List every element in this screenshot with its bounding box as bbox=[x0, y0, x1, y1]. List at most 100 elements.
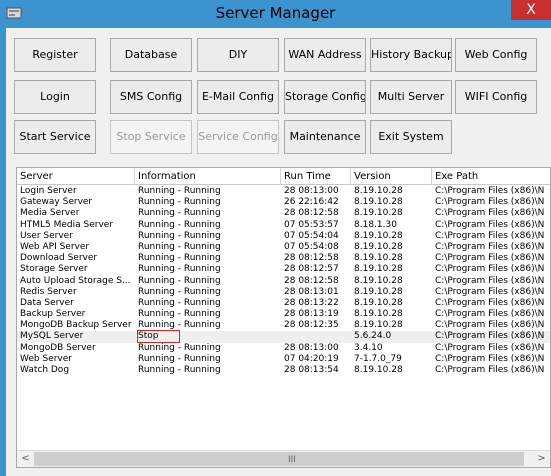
email-config-button[interactable]: E-Mail Config bbox=[197, 80, 279, 114]
server-table[interactable]: Server Information Run Time Version Exe … bbox=[16, 167, 551, 468]
cell-information: Running - Running bbox=[138, 230, 221, 241]
cell-run-time: 07 04:20:19 bbox=[284, 353, 339, 364]
cell-run-time: 28 08:13:19 bbox=[284, 309, 339, 320]
cell-server: Storage Server bbox=[20, 264, 88, 275]
table-row[interactable]: Data Server Running - Running 28 08:13:22 8… bbox=[17, 297, 550, 309]
scroll-right-icon[interactable]: > bbox=[533, 451, 550, 467]
wan-address-button[interactable]: WAN Address bbox=[284, 38, 366, 72]
cell-version: 5.6.24.0 bbox=[354, 331, 392, 342]
table-body: Login Server Running - Running 28 08:13:00… bbox=[17, 186, 550, 376]
table-row[interactable]: Media Server Running - Running 28 08:12:58… bbox=[17, 208, 550, 219]
cell-exe-path: C:\Program Files (x86)\N bbox=[435, 197, 545, 208]
cell-version: 8.19.10.28 bbox=[354, 230, 403, 241]
cell-server: Backup Server bbox=[20, 309, 86, 320]
scroll-left-icon[interactable]: < bbox=[17, 451, 34, 467]
table-row[interactable]: MongoDB Server Running - Running 28 08:13:… bbox=[17, 342, 550, 354]
cell-exe-path: C:\Program Files (x86)\N bbox=[435, 275, 545, 286]
cell-run-time: 28 08:12:58 bbox=[284, 208, 339, 219]
cell-version: 7-1.7.0_79 bbox=[354, 353, 402, 364]
login-button[interactable]: Login bbox=[14, 80, 96, 114]
cell-information: Running - Running bbox=[138, 286, 221, 297]
wifi-config-button[interactable]: WIFI Config bbox=[455, 80, 537, 114]
cell-version: 8.19.10.28 bbox=[354, 320, 403, 331]
cell-version: 8.19.10.28 bbox=[354, 208, 403, 219]
cell-exe-path: C:\Program Files (x86)\N bbox=[435, 309, 545, 320]
cell-run-time: 07 05:54:08 bbox=[284, 241, 339, 252]
cell-run-time: 28 08:13:54 bbox=[284, 365, 339, 375]
cell-information: Running - Running bbox=[138, 309, 221, 320]
maintenance-button[interactable]: Maintenance bbox=[284, 120, 366, 154]
cell-server: Gateway Server bbox=[20, 197, 93, 208]
multi-server-button[interactable]: Multi Server bbox=[370, 80, 452, 114]
cell-run-time: 07 05:53:57 bbox=[284, 219, 339, 230]
cell-exe-path: C:\Program Files (x86)\N bbox=[435, 230, 545, 241]
cell-exe-path: C:\Program Files (x86)\N bbox=[435, 342, 545, 353]
web-config-button[interactable]: Web Config bbox=[455, 38, 537, 72]
cell-server: Media Server bbox=[20, 208, 80, 219]
cell-information: Running - Running bbox=[138, 208, 221, 219]
register-button[interactable]: Register bbox=[14, 38, 96, 72]
cell-information: Running - Running bbox=[138, 342, 221, 353]
table-row[interactable]: Auto Upload Storage S... Running - Runnin… bbox=[17, 275, 550, 287]
cell-information: Running - Running bbox=[138, 353, 221, 364]
table-row[interactable]: Redis Server Running - Running 28 08:13:01… bbox=[17, 286, 550, 298]
table-row[interactable]: Backup Server Running - Running 28 08:13:1… bbox=[17, 309, 550, 320]
column-header-exe-path[interactable]: Exe Path bbox=[432, 168, 550, 185]
cell-run-time: 28 08:12:58 bbox=[284, 275, 339, 286]
table-row[interactable]: HTML5 Media Server Running - Running 07 05… bbox=[17, 219, 550, 231]
cell-exe-path: C:\Program Files (x86)\N bbox=[435, 219, 545, 230]
database-button[interactable]: Database bbox=[110, 38, 192, 72]
column-header-server[interactable]: Server bbox=[17, 168, 135, 185]
column-header-run-time[interactable]: Run Time bbox=[281, 168, 351, 185]
cell-information: Running - Running bbox=[138, 253, 221, 264]
cell-run-time: 28 08:13:00 bbox=[284, 186, 339, 196]
cell-exe-path: C:\Program Files (x86)\N bbox=[435, 286, 545, 297]
cell-server: Auto Upload Storage S... bbox=[20, 275, 131, 286]
cell-version: 8.19.10.28 bbox=[354, 275, 403, 286]
table-row[interactable]: Download Server Running - Running 28 08:12… bbox=[17, 253, 550, 264]
table-row[interactable]: Storage Server Running - Running 28 08:12:… bbox=[17, 264, 550, 275]
cell-server: Data Server bbox=[20, 297, 74, 308]
cell-version: 3.4.10 bbox=[354, 342, 383, 353]
table-row[interactable]: MongoDB Backup Server Running - Running 28… bbox=[17, 320, 550, 331]
cell-information: Running - Running bbox=[138, 365, 221, 375]
cell-server: Redis Server bbox=[20, 286, 77, 297]
column-header-version[interactable]: Version bbox=[351, 168, 432, 185]
close-button[interactable]: X bbox=[511, 0, 551, 20]
cell-exe-path: C:\Program Files (x86)\N bbox=[435, 253, 545, 264]
cell-server: Watch Dog bbox=[20, 365, 70, 375]
diy-button[interactable]: DIY bbox=[197, 38, 279, 72]
cell-run-time: 28 08:12:57 bbox=[284, 264, 339, 275]
table-row[interactable]: Watch Dog Running - Running 28 08:13:54 8.1… bbox=[17, 365, 550, 376]
cell-server: Download Server bbox=[20, 253, 98, 264]
horizontal-scrollbar[interactable]: < III > bbox=[17, 450, 550, 467]
table-row[interactable]: Web API Server Running - Running 07 05:54:… bbox=[17, 241, 550, 253]
cell-version: 8.19.10.28 bbox=[354, 197, 403, 208]
stop-service-button: Stop Service bbox=[110, 120, 192, 154]
scroll-grip-icon: III bbox=[288, 455, 296, 465]
cell-run-time: 28 08:13:22 bbox=[284, 297, 339, 308]
sms-config-button[interactable]: SMS Config bbox=[110, 80, 192, 114]
cell-exe-path: C:\Program Files (x86)\N bbox=[435, 331, 545, 342]
cell-version: 8.18.1.30 bbox=[354, 219, 397, 230]
cell-server: Web Server bbox=[20, 353, 72, 364]
column-header-information[interactable]: Information bbox=[135, 168, 281, 185]
cell-server: User Server bbox=[20, 230, 73, 241]
title-bar: Server Manager X bbox=[0, 0, 551, 28]
table-row[interactable]: MySQL Server Stop 5.6.24.0 C:\Program Files… bbox=[17, 330, 550, 344]
cell-version: 8.19.10.28 bbox=[354, 253, 403, 264]
exit-system-button[interactable]: Exit System bbox=[370, 120, 452, 154]
scroll-thumb[interactable]: III bbox=[34, 452, 524, 466]
history-backup-button[interactable]: History Backup bbox=[370, 38, 452, 72]
table-row[interactable]: Web Server Running - Running 07 04:20:19 7-… bbox=[17, 353, 550, 365]
table-row[interactable]: User Server Running - Running 07 05:54:04 8… bbox=[17, 230, 550, 242]
service-config-button: Service Config bbox=[197, 120, 279, 154]
table-row[interactable]: Gateway Server Running - Running 26 22:16:… bbox=[17, 197, 550, 208]
cell-information: Running - Running bbox=[138, 241, 221, 252]
table-row[interactable]: Login Server Running - Running 28 08:13:00… bbox=[17, 186, 550, 197]
storage-config-button[interactable]: Storage Config bbox=[284, 80, 366, 114]
start-service-button[interactable]: Start Service bbox=[14, 120, 96, 154]
cell-server: MySQL Server bbox=[20, 331, 84, 342]
cell-exe-path: C:\Program Files (x86)\N bbox=[435, 186, 545, 196]
cell-run-time: 28 08:13:00 bbox=[284, 342, 339, 353]
